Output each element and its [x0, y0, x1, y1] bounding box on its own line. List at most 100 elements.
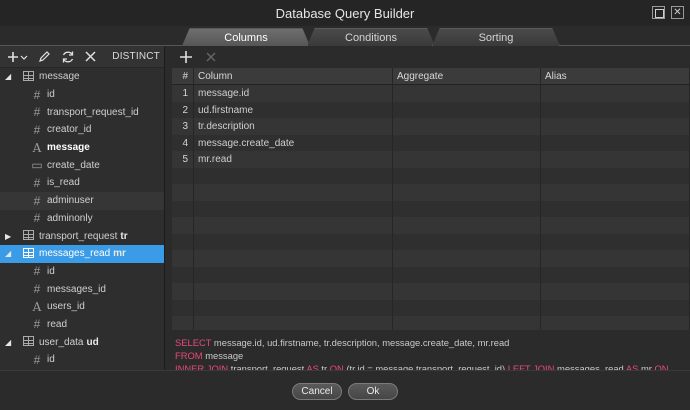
tab-conditions[interactable]: Conditions	[307, 28, 435, 46]
tab-columns[interactable]: Columns	[182, 28, 310, 46]
aggregate-cell[interactable]	[393, 118, 541, 135]
aggregate-cell[interactable]	[393, 299, 541, 316]
alias-cell[interactable]	[541, 85, 690, 102]
aggregate-cell[interactable]	[393, 217, 541, 234]
field-node[interactable]: Ausers_id	[0, 298, 164, 316]
add-table-button[interactable]	[8, 51, 28, 63]
column-cell[interactable]	[194, 217, 393, 234]
aggregate-cell[interactable]	[393, 250, 541, 267]
header-aggregate[interactable]: Aggregate	[393, 68, 541, 84]
table-row[interactable]: 2 ud.firstname	[172, 101, 690, 118]
column-cell[interactable]	[194, 316, 393, 330]
alias-cell[interactable]	[541, 233, 690, 250]
maximize-icon[interactable]	[652, 6, 665, 19]
table-row[interactable]	[172, 266, 690, 283]
table-node[interactable]: ◢ user_data ud	[0, 333, 164, 351]
field-node[interactable]: # adminuser	[0, 191, 164, 210]
aggregate-cell[interactable]	[393, 151, 541, 168]
collapsed-arrow-icon[interactable]: ▶	[5, 232, 11, 241]
alias-cell[interactable]	[541, 101, 690, 118]
table-row[interactable]	[172, 233, 690, 250]
column-cell[interactable]	[194, 266, 393, 283]
alias-cell[interactable]	[541, 167, 690, 184]
field-node[interactable]: # transport_request_id	[0, 103, 164, 121]
table-row[interactable]: 3 tr.description	[172, 118, 690, 135]
close-icon[interactable]: ✕	[671, 6, 684, 19]
table-node[interactable]: ◢ messages_read mr	[0, 244, 164, 263]
alias-cell[interactable]	[541, 217, 690, 234]
expanded-arrow-icon[interactable]: ◢	[5, 249, 11, 258]
aggregate-cell[interactable]	[393, 134, 541, 151]
refresh-button[interactable]	[61, 50, 75, 64]
alias-cell[interactable]	[541, 151, 690, 168]
expanded-arrow-icon[interactable]: ◢	[5, 338, 11, 347]
table-row[interactable]	[172, 200, 690, 217]
distinct-toggle[interactable]: DISTINCT	[112, 51, 160, 62]
column-cell[interactable]: message.id	[194, 85, 393, 102]
header-alias[interactable]: Alias	[541, 68, 690, 84]
alias-cell[interactable]	[541, 184, 690, 201]
aggregate-cell[interactable]	[393, 200, 541, 217]
expanded-arrow-icon[interactable]: ◢	[5, 72, 11, 81]
aggregate-cell[interactable]	[393, 316, 541, 330]
field-node[interactable]: Amessage	[0, 139, 164, 157]
column-cell[interactable]	[194, 250, 393, 267]
table-row[interactable]	[172, 316, 690, 330]
table-row[interactable]	[172, 167, 690, 184]
header-column[interactable]: Column	[194, 68, 393, 84]
alias-cell[interactable]	[541, 283, 690, 300]
table-row[interactable]	[172, 283, 690, 300]
column-cell[interactable]	[194, 233, 393, 250]
alias-cell[interactable]	[541, 200, 690, 217]
pencil-icon	[39, 51, 50, 62]
column-cell[interactable]	[194, 167, 393, 184]
aggregate-cell[interactable]	[393, 85, 541, 102]
column-cell[interactable]	[194, 200, 393, 217]
aggregate-cell[interactable]	[393, 167, 541, 184]
table-row[interactable]: 5 mr.read	[172, 151, 690, 168]
alias-cell[interactable]	[541, 118, 690, 135]
column-cell[interactable]	[194, 283, 393, 300]
field-node[interactable]: # read	[0, 316, 164, 334]
column-cell[interactable]: message.create_date	[194, 134, 393, 151]
field-node[interactable]: ▭ create_date	[0, 156, 164, 174]
field-node[interactable]: # id	[0, 263, 164, 281]
add-column-button[interactable]	[180, 51, 192, 63]
table-node[interactable]: ▶ transport_request tr	[0, 227, 164, 245]
alias-cell[interactable]	[541, 250, 690, 267]
aggregate-cell[interactable]	[393, 266, 541, 283]
column-cell[interactable]	[194, 299, 393, 316]
field-node[interactable]: # creator_id	[0, 121, 164, 139]
table-node[interactable]: ◢ message	[0, 68, 164, 86]
table-row[interactable]: 4 message.create_date	[172, 134, 690, 151]
table-alias: mr	[113, 248, 126, 260]
column-cell[interactable]: tr.description	[194, 118, 393, 135]
table-row[interactable]	[172, 250, 690, 267]
field-node[interactable]: # messages_id	[0, 280, 164, 298]
column-cell[interactable]: ud.firstname	[194, 101, 393, 118]
aggregate-cell[interactable]	[393, 101, 541, 118]
table-row[interactable]	[172, 299, 690, 316]
alias-cell[interactable]	[541, 316, 690, 330]
aggregate-cell[interactable]	[393, 184, 541, 201]
delete-column-button[interactable]	[206, 52, 216, 62]
alias-cell[interactable]	[541, 299, 690, 316]
cancel-button[interactable]: Cancel	[292, 383, 342, 400]
alias-cell[interactable]	[541, 266, 690, 283]
table-row[interactable]	[172, 184, 690, 201]
column-cell[interactable]	[194, 184, 393, 201]
column-cell[interactable]: mr.read	[194, 151, 393, 168]
edit-button[interactable]	[38, 50, 51, 63]
aggregate-cell[interactable]	[393, 233, 541, 250]
field-node[interactable]: # adminonly	[0, 210, 164, 228]
field-node[interactable]: # id	[0, 351, 164, 369]
tab-sorting[interactable]: Sorting	[432, 28, 560, 46]
table-row[interactable]: 1 message.id	[172, 85, 690, 102]
ok-button[interactable]: Ok	[348, 383, 398, 400]
alias-cell[interactable]	[541, 134, 690, 151]
field-node[interactable]: # is_read	[0, 174, 164, 192]
aggregate-cell[interactable]	[393, 283, 541, 300]
field-node[interactable]: # id	[0, 86, 164, 104]
remove-button[interactable]	[85, 51, 96, 62]
table-row[interactable]	[172, 217, 690, 234]
